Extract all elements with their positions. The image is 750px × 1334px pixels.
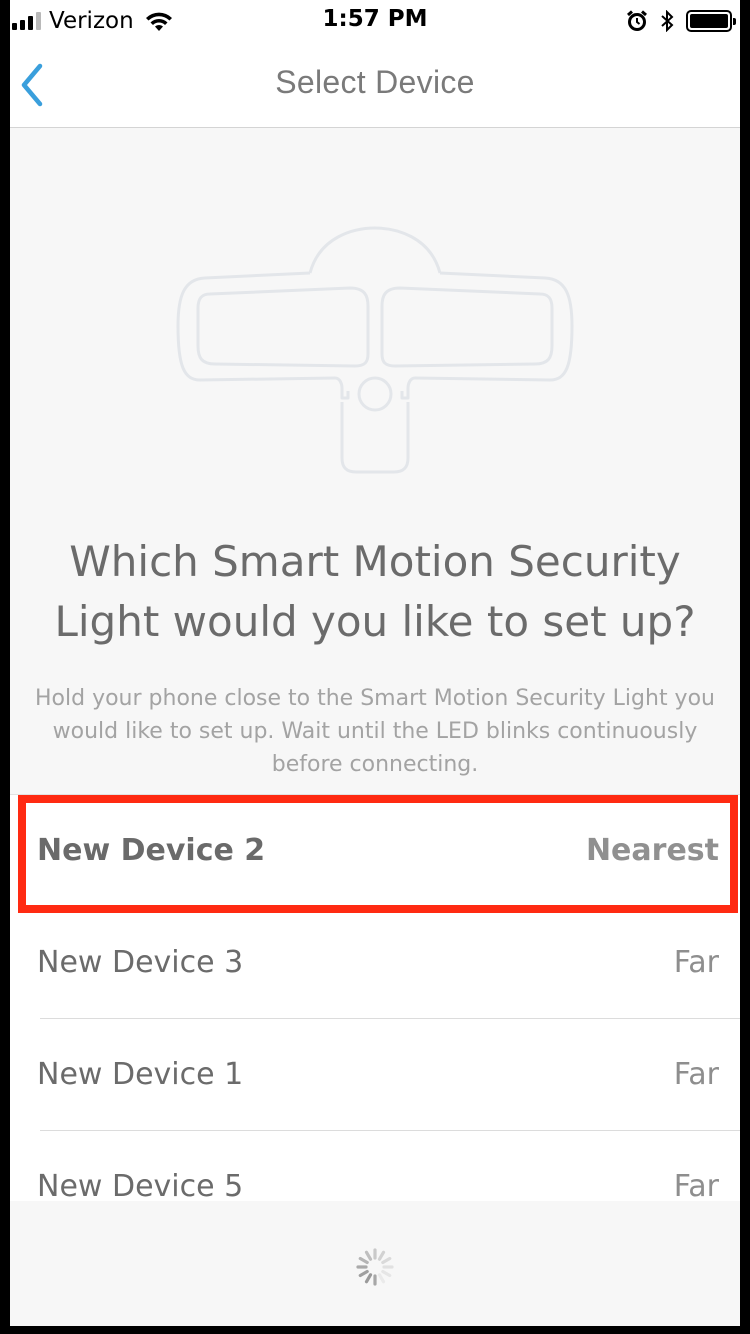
- device-name: New Device 3: [37, 945, 244, 980]
- status-right: [626, 8, 736, 34]
- alarm-icon: [627, 10, 647, 31]
- status-bar: Verizon 1:57 PM: [10, 0, 740, 40]
- loading-spinner-icon: [356, 1248, 394, 1286]
- battery-icon: [686, 10, 736, 32]
- device-row[interactable]: New Device 1 Far: [10, 1019, 740, 1131]
- bluetooth-icon: [661, 10, 674, 32]
- setup-instructions: Hold your phone close to the Smart Motio…: [35, 686, 715, 777]
- device-row[interactable]: New Device 5 Far: [10, 1131, 740, 1201]
- device-distance: Far: [673, 945, 719, 980]
- navigation-bar: Select Device: [10, 40, 740, 128]
- device-distance: Far: [673, 1169, 719, 1201]
- security-light-illustration: [176, 226, 574, 474]
- page-title: Select Device: [275, 64, 475, 100]
- setup-question-heading: Which Smart Motion Security Light would …: [54, 537, 696, 646]
- device-distance: Far: [673, 1057, 719, 1092]
- device-name: New Device 2: [37, 833, 266, 868]
- device-name: New Device 1: [37, 1057, 244, 1092]
- app-screen: Verizon 1:57 PM Select Device Which Smar…: [10, 0, 740, 1326]
- device-row[interactable]: New Device 2 Nearest: [10, 795, 740, 907]
- footer: [10, 1201, 740, 1326]
- device-list: New Device 2 Nearest New Device 3 Far Ne…: [10, 794, 740, 1201]
- device-row[interactable]: New Device 3 Far: [10, 907, 740, 1019]
- device-distance: Nearest: [585, 833, 719, 868]
- device-name: New Device 5: [37, 1169, 244, 1201]
